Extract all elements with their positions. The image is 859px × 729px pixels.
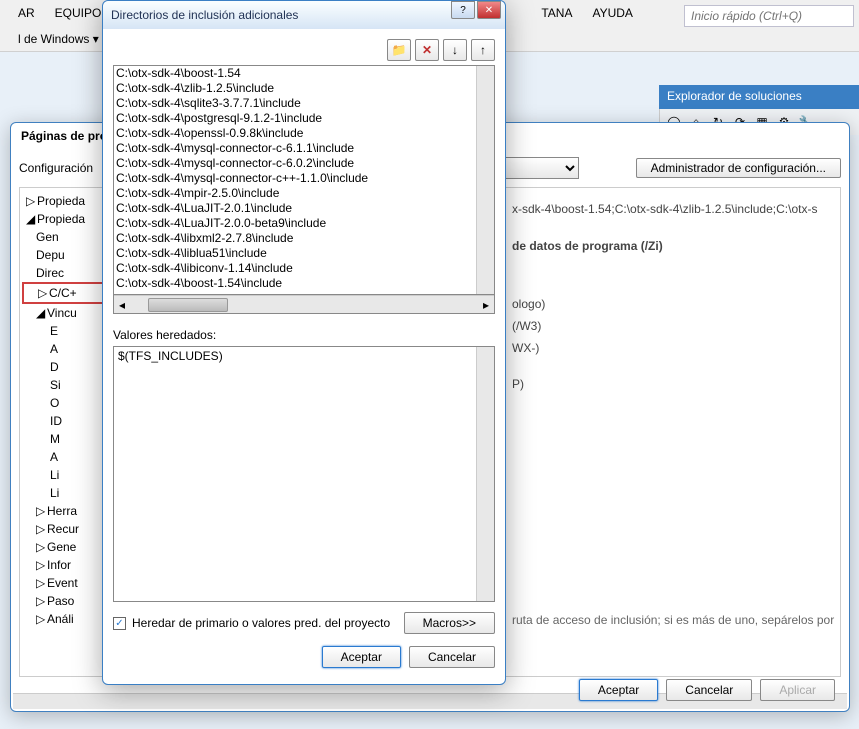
list-vscrollbar[interactable] — [476, 66, 494, 294]
include-dirs-preview: x-sdk-4\boost-1.54;C:\otx-sdk-4\zlib-1.2… — [512, 202, 852, 216]
include-path-item[interactable]: C:\otx-sdk-4\mpir-2.5.0\include — [114, 186, 476, 201]
hscroll-thumb[interactable] — [148, 298, 228, 312]
macros-button[interactable]: Macros>> — [404, 612, 495, 634]
modal-title: Directorios de inclusión adicionales — [111, 8, 298, 22]
include-path-item[interactable]: C:\otx-sdk-4\boost-1.54 — [114, 66, 476, 81]
compiler-options-preview: de datos de programa (/Zi) ologo) (/W3) … — [512, 235, 663, 395]
quick-launch-input[interactable] — [684, 5, 854, 27]
pages-cancelar-button[interactable]: Cancelar — [666, 679, 752, 701]
new-folder-button[interactable]: 📁 — [387, 39, 411, 61]
delete-button[interactable]: ✕ — [415, 39, 439, 61]
config-label: Configuración — [19, 161, 93, 175]
list-hscrollbar[interactable]: ◂ ▸ — [114, 295, 494, 313]
include-path-item[interactable]: C:\otx-sdk-4\sqlite3-3.7.7.1\include — [114, 96, 476, 111]
include-path-item[interactable]: C:\otx-sdk-4\zlib-1.2.5\include — [114, 81, 476, 96]
move-down-button[interactable]: ↓ — [443, 39, 467, 61]
include-path-item[interactable]: C:\otx-sdk-4\libiconv-1.14\include — [114, 261, 476, 276]
help-button[interactable]: ? — [451, 1, 475, 19]
solution-explorer-header: Explorador de soluciones — [659, 85, 859, 109]
inherited-value-item: $(TFS_INCLUDES) — [114, 347, 476, 366]
arrow-up-icon: ↑ — [480, 43, 486, 57]
modal-cancelar-button[interactable]: Cancelar — [409, 646, 495, 668]
include-path-item[interactable]: C:\otx-sdk-4\openssl-0.9.8k\include — [114, 126, 476, 141]
include-path-item[interactable]: C:\otx-sdk-4\mysql-connector-c-6.1.1\inc… — [114, 141, 476, 156]
inherited-vscrollbar[interactable] — [476, 347, 494, 601]
modal-titlebar[interactable]: Directorios de inclusión adicionales ? ✕ — [103, 1, 505, 29]
config-manager-button[interactable]: Administrador de configuración... — [636, 158, 841, 178]
folder-new-icon: 📁 — [392, 43, 407, 57]
inherit-checkbox[interactable]: ✓ — [113, 617, 126, 630]
arrow-down-icon: ↓ — [452, 43, 458, 57]
pages-aceptar-button[interactable]: Aceptar — [579, 679, 658, 701]
include-path-item[interactable]: C:\otx-sdk-4\libxml2-2.7.8\include — [114, 231, 476, 246]
include-path-item[interactable]: C:\otx-sdk-4\mysql-connector-c++-1.1.0\i… — [114, 171, 476, 186]
include-path-item[interactable]: C:\otx-sdk-4\liblua51\include — [114, 246, 476, 261]
include-path-item[interactable]: C:\otx-sdk-4\mysql-connector-c-6.0.2\inc… — [114, 156, 476, 171]
menu-tana[interactable]: TANA — [531, 3, 582, 23]
inherit-checkbox-label[interactable]: ✓ Heredar de primario o valores pred. de… — [113, 616, 390, 630]
include-path-item[interactable]: C:\otx-sdk-4\LuaJIT-2.0.0-beta9\include — [114, 216, 476, 231]
include-path-item[interactable]: C:\otx-sdk-4\LuaJIT-2.0.1\include — [114, 201, 476, 216]
menu-ayuda[interactable]: AYUDA — [582, 3, 642, 23]
menu-ar[interactable]: AR — [8, 3, 45, 23]
move-up-button[interactable]: ↑ — [471, 39, 495, 61]
pages-aplicar-button: Aplicar — [760, 679, 835, 701]
include-path-item[interactable]: C:\otx-sdk-4\boost-1.54\include — [114, 276, 476, 291]
inherited-values-box: $(TFS_INCLUDES) — [113, 346, 495, 602]
include-paths-listbox[interactable]: C:\otx-sdk-4\boost-1.54C:\otx-sdk-4\zlib… — [113, 65, 495, 295]
modal-toolbar: 📁 ✕ ↓ ↑ — [113, 39, 495, 61]
windows-dropdown[interactable]: l de Windows ▾ — [8, 29, 109, 49]
modal-aceptar-button[interactable]: Aceptar — [322, 646, 401, 668]
close-button[interactable]: ✕ — [477, 1, 501, 19]
inherited-values-label: Valores heredados: — [113, 328, 495, 342]
delete-x-icon: ✕ — [422, 43, 432, 57]
include-dirs-dialog: Directorios de inclusión adicionales ? ✕… — [102, 0, 506, 685]
include-path-item[interactable]: C:\otx-sdk-4\postgresql-9.1.2-1\include — [114, 111, 476, 126]
property-hint-text: ruta de acceso de inclusión; si es más d… — [512, 613, 842, 627]
